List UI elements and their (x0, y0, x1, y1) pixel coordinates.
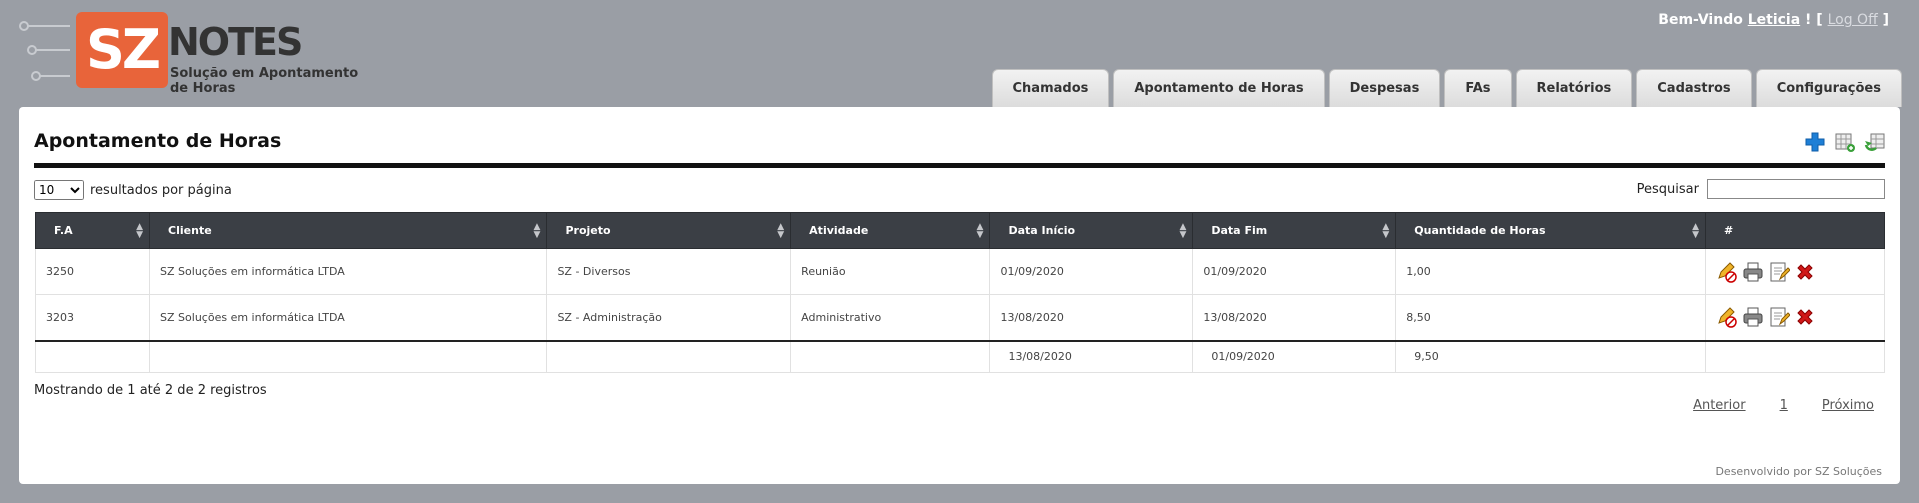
welcome-text: Bem-Vindo (1658, 12, 1743, 28)
page-title: Apontamento de Horas (34, 130, 282, 152)
cell-data-fim: 01/09/2020 (1192, 248, 1397, 295)
cell-data-inicio: 01/09/2020 (989, 248, 1194, 295)
notes-icon[interactable] (1768, 261, 1791, 283)
page-length-control: 10 resultados por página (34, 180, 232, 200)
column-header-cliente[interactable]: Cliente ▲ ▼ (149, 212, 548, 249)
search-control: Pesquisar (1637, 179, 1885, 199)
print-icon[interactable] (1742, 306, 1764, 328)
logo-mark: SZ (76, 12, 168, 88)
pagination-previous[interactable]: Anterior (1693, 398, 1745, 413)
sort-icon: ▲ ▼ (1692, 222, 1700, 240)
column-header-atividade[interactable]: Atividade ▲ ▼ (790, 212, 991, 249)
page-footer: Desenvolvido por SZ Soluções (1715, 465, 1882, 478)
app-logo: SZ NOTES Solução em Apontamento de Horas (18, 8, 378, 96)
export-grid-icon[interactable] (1834, 131, 1856, 153)
sort-icon: ▲ ▼ (1382, 222, 1390, 240)
cell-cliente: SZ Soluções em informática LTDA (149, 248, 548, 295)
tab-apontamento-de-horas[interactable]: Apontamento de Horas (1113, 69, 1325, 107)
column-header-data-fim[interactable]: Data Fim ▲ ▼ (1192, 212, 1397, 249)
user-link[interactable]: Leticia (1748, 12, 1800, 28)
table-row: 3203 SZ Soluções em informática LTDA SZ … (34, 294, 1885, 341)
cell-data-fim: 13/08/2020 (1192, 294, 1397, 341)
cell-fa: 3203 (34, 294, 151, 341)
logoff-link[interactable]: Log Off (1828, 12, 1878, 28)
welcome-bar: Bem-Vindo Leticia ! [ Log Off ] (1658, 12, 1889, 28)
welcome-separator: ! [ (1805, 12, 1823, 28)
footer-data-inicio: 13/08/2020 (989, 339, 1194, 373)
column-header-fa[interactable]: F.A ▲ ▼ (34, 212, 151, 249)
main-tabs: Chamados Apontamento de Horas Despesas F… (991, 69, 1902, 107)
tab-chamados[interactable]: Chamados (991, 69, 1110, 107)
notes-icon[interactable] (1768, 306, 1791, 328)
cell-fa: 3250 (34, 248, 151, 295)
title-divider (34, 163, 1885, 168)
cell-projeto: SZ - Administração (546, 294, 792, 341)
column-header-actions: # (1705, 212, 1885, 249)
table-row: 3250 SZ Soluções em informática LTDA SZ … (34, 248, 1885, 295)
table-info: Mostrando de 1 até 2 de 2 registros (34, 383, 267, 398)
cell-actions (1705, 248, 1885, 295)
table-footer-row: 13/08/2020 01/09/2020 9,50 (34, 339, 1885, 373)
sort-icon: ▲ ▼ (777, 222, 785, 240)
logo-tagline: Solução em Apontamento de Horas (170, 66, 359, 96)
logo-name: NOTES (168, 20, 303, 64)
sort-icon: ▲ ▼ (976, 222, 984, 240)
tab-configuracoes[interactable]: Configurações (1755, 69, 1902, 107)
column-header-data-inicio[interactable]: Data Início ▲ ▼ (989, 212, 1194, 249)
footer-data-fim: 01/09/2020 (1192, 339, 1397, 373)
page-length-label: resultados por página (90, 182, 232, 198)
edit-pencil-icon[interactable] (1716, 306, 1738, 328)
tab-cadastros[interactable]: Cadastros (1636, 69, 1752, 107)
pagination: Anterior 1 Próximo (1693, 398, 1874, 413)
edit-pencil-icon[interactable] (1716, 261, 1738, 283)
cell-quantidade-horas: 1,00 (1395, 248, 1707, 295)
tab-fas[interactable]: FAs (1444, 69, 1512, 107)
cell-atividade: Administrativo (790, 294, 991, 341)
sort-icon: ▲ ▼ (1179, 222, 1187, 240)
delete-icon[interactable] (1794, 306, 1816, 328)
column-header-projeto[interactable]: Projeto ▲ ▼ (546, 212, 792, 249)
search-label: Pesquisar (1636, 181, 1699, 197)
pagination-page-1[interactable]: 1 (1780, 398, 1788, 413)
tab-relatorios[interactable]: Relatórios (1515, 69, 1633, 107)
tab-despesas[interactable]: Despesas (1328, 69, 1441, 107)
cell-projeto: SZ - Diversos (546, 248, 792, 295)
pagination-next[interactable]: Próximo (1822, 398, 1874, 413)
cell-cliente: SZ Soluções em informática LTDA (149, 294, 548, 341)
add-icon[interactable] (1804, 131, 1826, 153)
search-input[interactable] (1707, 179, 1885, 199)
cell-actions (1705, 294, 1885, 341)
toolbar (1804, 131, 1886, 153)
refresh-grid-icon[interactable] (1864, 131, 1886, 153)
cell-quantidade-horas: 8,50 (1395, 294, 1707, 341)
sort-icon: ▲ ▼ (136, 222, 144, 240)
welcome-close-bracket: ] (1882, 12, 1889, 28)
cell-data-inicio: 13/08/2020 (989, 294, 1194, 341)
page-length-select[interactable]: 10 (34, 180, 84, 200)
records-table: F.A ▲ ▼ Cliente ▲ ▼ Projeto ▲ ▼ Atividade ▲ ▼ Da… (34, 212, 1885, 373)
cell-atividade: Reunião (790, 248, 991, 295)
footer-total-horas: 9,50 (1395, 339, 1707, 373)
sort-icon: ▲ ▼ (533, 222, 541, 240)
column-header-quantidade-horas[interactable]: Quantidade de Horas ▲ ▼ (1395, 212, 1707, 249)
content-panel: Apontamento de Horas 10 resultados por p… (19, 107, 1900, 484)
print-icon[interactable] (1742, 261, 1764, 283)
delete-icon[interactable] (1794, 261, 1816, 283)
table-header-row: F.A ▲ ▼ Cliente ▲ ▼ Projeto ▲ ▼ Atividade ▲ ▼ Da… (34, 212, 1885, 249)
